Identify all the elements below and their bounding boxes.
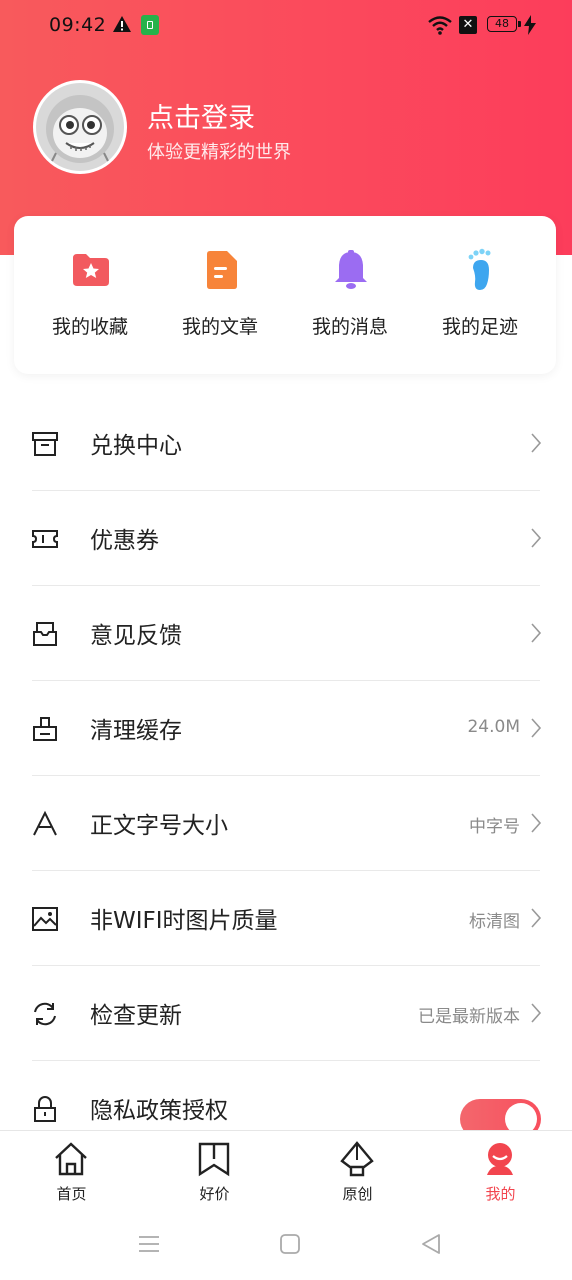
refresh-icon [31, 1000, 59, 1028]
menu-label: 非WIFI时图片质量 [90, 908, 278, 934]
nav-label: 好价 [199, 1185, 230, 1203]
quick-actions-card: 我的收藏 我的文章 我的消息 我的足迹 [14, 216, 556, 374]
menu-item-image-quality[interactable]: 非WIFI时图片质量 标清图 [0, 871, 572, 966]
quick-action-label: 我的收藏 [51, 316, 128, 338]
chevron-right-icon [530, 717, 542, 739]
menu-label: 检查更新 [90, 1003, 182, 1029]
ticket-icon [31, 525, 59, 553]
app-notification-icon [141, 15, 159, 35]
status-time: 09:42 [49, 14, 107, 36]
inbox-icon [31, 620, 59, 648]
cartoon-avatar-icon [36, 83, 124, 171]
menu-item-exchange-center[interactable]: 兑换中心 [0, 396, 572, 491]
back-icon[interactable] [419, 1232, 443, 1256]
warning-icon [113, 16, 131, 36]
menu-icon[interactable] [137, 1232, 161, 1256]
star-folder-icon [69, 248, 113, 292]
home-icon [53, 1141, 89, 1177]
quick-action-articles[interactable]: 我的文章 [155, 216, 285, 374]
nav-mine[interactable]: 我的 [429, 1131, 572, 1213]
sim-x-icon: ✕ [459, 16, 477, 34]
menu-item-coupons[interactable]: 优惠券 [0, 491, 572, 586]
lock-icon [31, 1095, 59, 1123]
nav-label: 我的 [485, 1185, 516, 1203]
system-nav-bar [0, 1212, 572, 1280]
pen-nib-icon [339, 1141, 375, 1177]
profile-icon [482, 1141, 518, 1177]
update-status-value: 已是最新版本 [418, 1007, 520, 1027]
menu-label: 正文字号大小 [90, 813, 228, 839]
quick-action-favorites[interactable]: 我的收藏 [25, 216, 155, 374]
quick-action-label: 我的文章 [181, 316, 258, 338]
menu-item-clear-cache[interactable]: 清理缓存 24.0M [0, 681, 572, 776]
document-icon [199, 248, 243, 292]
login-title[interactable]: 点击登录 [147, 96, 255, 135]
menu-item-feedback[interactable]: 意见反馈 [0, 586, 572, 681]
menu-label: 隐私政策授权 [90, 1098, 228, 1124]
menu-label: 清理缓存 [90, 718, 182, 744]
menu-label: 兑换中心 [90, 433, 182, 459]
chevron-right-icon [530, 812, 542, 834]
menu-item-check-update[interactable]: 检查更新 已是最新版本 [0, 966, 572, 1061]
bookmark-icon [196, 1141, 232, 1177]
eraser-icon [31, 715, 59, 743]
menu-label: 优惠券 [90, 528, 159, 554]
bell-icon [329, 248, 373, 292]
footprint-icon [459, 248, 503, 292]
avatar[interactable] [33, 80, 127, 174]
wifi-icon [428, 15, 452, 39]
image-icon [31, 905, 59, 933]
chevron-right-icon [530, 622, 542, 644]
quick-action-messages[interactable]: 我的消息 [285, 216, 415, 374]
chevron-right-icon [530, 907, 542, 929]
battery-icon: 48 [487, 16, 521, 32]
menu-item-font-size[interactable]: 正文字号大小 中字号 [0, 776, 572, 871]
chevron-right-icon [530, 432, 542, 454]
image-quality-value: 标清图 [469, 912, 520, 932]
archive-box-icon [31, 430, 59, 458]
nav-deals[interactable]: 好价 [143, 1131, 286, 1213]
font-size-value: 中字号 [469, 817, 520, 837]
quick-action-label: 我的足迹 [441, 316, 518, 338]
home-square-icon[interactable] [278, 1232, 302, 1256]
chevron-right-icon [530, 527, 542, 549]
nav-label: 首页 [56, 1185, 87, 1203]
menu-label: 意见反馈 [90, 623, 182, 649]
bottom-nav: 首页 好价 原创 我的 [0, 1130, 572, 1213]
login-subtitle: 体验更精彩的世界 [147, 142, 291, 163]
cache-size-value: 24.0M [467, 717, 520, 737]
font-size-icon [31, 810, 59, 838]
quick-action-history[interactable]: 我的足迹 [415, 216, 545, 374]
quick-action-label: 我的消息 [311, 316, 388, 338]
nav-original[interactable]: 原创 [286, 1131, 429, 1213]
nav-home[interactable]: 首页 [0, 1131, 143, 1213]
chevron-right-icon [530, 1002, 542, 1024]
status-bar: 09:42 ✕ 48 [0, 0, 572, 50]
charging-icon [524, 15, 536, 39]
nav-label: 原创 [342, 1185, 373, 1203]
